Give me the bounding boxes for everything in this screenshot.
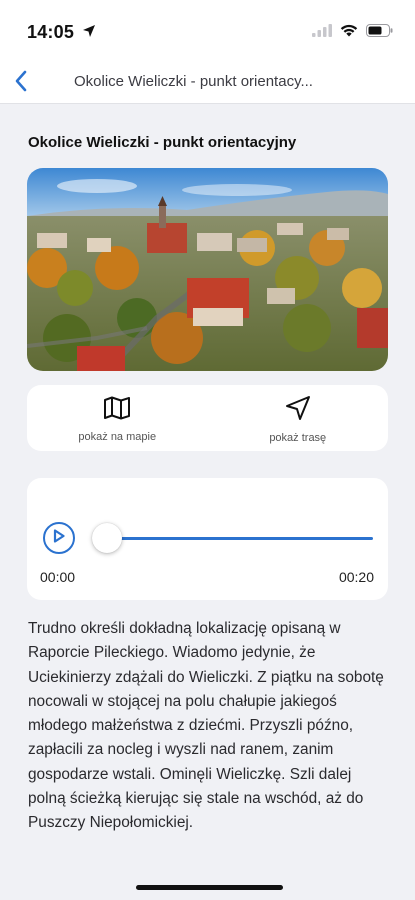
- wifi-icon: [340, 24, 358, 42]
- current-time: 00:00: [40, 569, 76, 585]
- audio-player: 00:00 00:20: [27, 478, 388, 600]
- total-time: 00:20: [338, 569, 374, 585]
- location-photo: [27, 168, 388, 371]
- show-on-map-button[interactable]: pokaż na mapie: [27, 385, 208, 451]
- chevron-left-icon: [14, 70, 28, 97]
- nav-title: Okolice Wieliczki - punkt orientacy...: [74, 73, 313, 90]
- show-route-button[interactable]: pokaż trasę: [208, 385, 389, 451]
- play-circle-icon: [53, 528, 65, 548]
- navigation-bar: Okolice Wieliczki - punkt orientacy...: [0, 62, 415, 104]
- actions-card: pokaż na mapie pokaż trasę: [27, 385, 388, 451]
- description-text: Trudno określi dokładną lokalizację opis…: [28, 620, 384, 832]
- status-time: 14:05: [27, 22, 75, 42]
- map-icon: [103, 396, 131, 425]
- progress-slider-thumb[interactable]: [92, 523, 122, 553]
- play-button[interactable]: [43, 522, 75, 554]
- page-title: Okolice Wieliczki - punkt orientacyjny: [28, 134, 297, 151]
- cellular-signal-icon: [312, 24, 332, 42]
- show-on-map-label: pokaż na mapie: [78, 430, 157, 443]
- navigation-arrow-icon: [285, 395, 311, 426]
- show-route-label: pokaż trasę: [269, 431, 327, 444]
- location-arrow-icon: [82, 24, 96, 43]
- home-indicator: [136, 885, 283, 890]
- status-icons: [312, 24, 393, 42]
- status-bar: 14:05: [0, 0, 415, 62]
- back-button[interactable]: [6, 68, 36, 98]
- progress-track[interactable]: [107, 537, 373, 540]
- battery-icon: [366, 24, 393, 42]
